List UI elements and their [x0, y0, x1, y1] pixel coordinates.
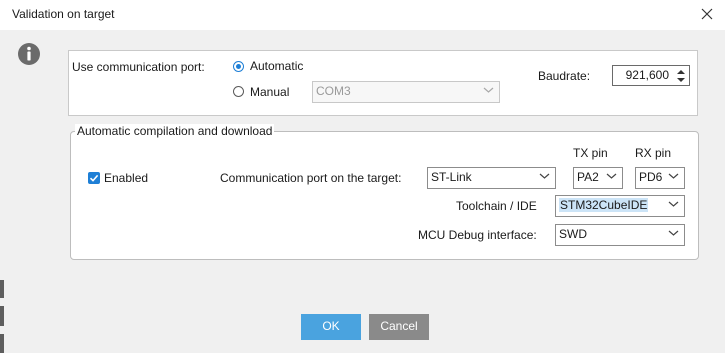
automatic-radio[interactable] [233, 61, 244, 72]
manual-radio-label[interactable]: Manual [250, 85, 289, 99]
rx-pin-select[interactable]: PD6 [635, 167, 685, 189]
background-window-edge [0, 280, 4, 298]
automatic-radio-label[interactable]: Automatic [250, 59, 303, 73]
mcu-debug-select[interactable]: SWD [555, 224, 685, 246]
baudrate-spinbox[interactable]: 921,600 [612, 65, 690, 86]
comm-port-target-select[interactable]: ST-Link [427, 167, 556, 189]
comm-port-target-label: Communication port on the target: [220, 171, 402, 185]
tx-pin-select[interactable]: PA2 [573, 167, 623, 189]
tx-pin-value: PA2 [577, 170, 599, 184]
compilation-legend: Automatic compilation and download [75, 124, 275, 138]
spin-up-down-icon[interactable] [674, 67, 688, 85]
chevron-down-icon [606, 173, 617, 179]
baudrate-value: 921,600 [625, 68, 669, 82]
comm-port-label: Use communication port: [72, 60, 205, 74]
enabled-checkbox[interactable] [88, 172, 100, 184]
baudrate-label: Baudrate: [538, 69, 591, 83]
chevron-down-icon [668, 173, 679, 179]
info-icon [17, 42, 41, 66]
ok-button[interactable]: OK [301, 314, 361, 340]
mcu-debug-label: MCU Debug interface: [418, 228, 537, 242]
toolchain-value: STM32CubeIDE [559, 198, 649, 212]
background-window-edge [0, 306, 4, 326]
chevron-down-icon [539, 173, 550, 179]
mcu-debug-value: SWD [559, 227, 587, 241]
rx-pin-header: RX pin [635, 146, 672, 160]
close-icon [701, 8, 713, 20]
close-button[interactable] [697, 4, 717, 24]
chevron-down-icon [668, 201, 679, 207]
manual-port-select[interactable]: COM3 [312, 81, 500, 103]
rx-pin-value: PD6 [639, 170, 663, 184]
checkmark-icon [89, 174, 99, 182]
toolchain-label: Toolchain / IDE [456, 199, 537, 213]
manual-radio[interactable] [233, 86, 244, 97]
enabled-label[interactable]: Enabled [104, 171, 148, 185]
background-window-edge [0, 334, 4, 353]
comm-port-target-value: ST-Link [431, 170, 472, 184]
window-title: Validation on target [12, 7, 115, 21]
manual-port-value: COM3 [316, 84, 351, 98]
chevron-down-icon [483, 87, 494, 93]
tx-pin-header: TX pin [573, 146, 608, 160]
cancel-button[interactable]: Cancel [369, 314, 429, 340]
toolchain-select[interactable]: STM32CubeIDE [555, 195, 685, 217]
toolchain-value-wrap: STM32CubeIDE [559, 198, 649, 212]
chevron-down-icon [668, 230, 679, 236]
